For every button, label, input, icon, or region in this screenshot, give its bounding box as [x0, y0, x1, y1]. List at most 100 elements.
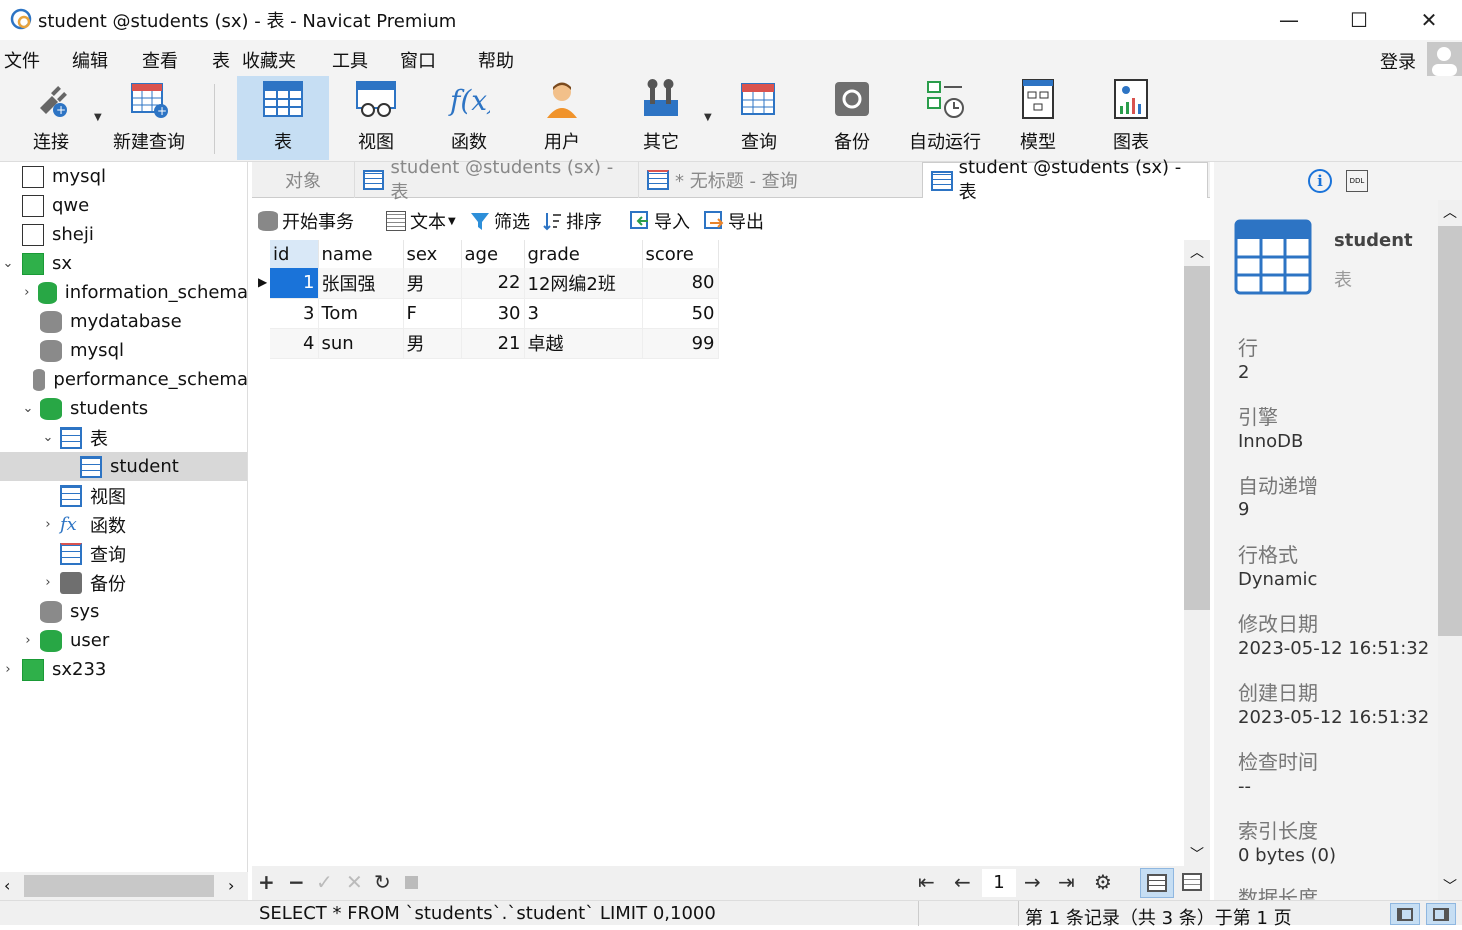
previous-page-icon[interactable]: ←	[954, 870, 971, 894]
scroll-up-icon[interactable]: ︿	[1190, 242, 1204, 262]
menu-window[interactable]: 窗口	[400, 47, 436, 73]
tree-db-user[interactable]: › user	[20, 626, 247, 655]
tree-db-sys[interactable]: sys	[20, 597, 247, 626]
toolbar-table-button[interactable]: 表	[237, 76, 329, 160]
menu-tools[interactable]: 工具	[332, 47, 368, 73]
menu-table[interactable]: 表	[212, 47, 230, 73]
menu-edit[interactable]: 编辑	[72, 47, 108, 73]
scroll-thumb[interactable]	[1184, 266, 1210, 610]
sort-button[interactable]: 排序	[542, 208, 602, 234]
tree-folder-queries[interactable]: 查询	[40, 539, 247, 568]
filter-button[interactable]: 筛选	[470, 208, 530, 234]
cell[interactable]: 12网编2班	[524, 268, 643, 299]
tree-folder-backups[interactable]: › 备份	[40, 568, 247, 597]
toolbar-others-button[interactable]: 其它	[615, 76, 707, 160]
cell[interactable]: 80	[642, 268, 719, 299]
tree-table-student[interactable]: student	[0, 452, 247, 481]
refresh-icon[interactable]: ↻	[374, 870, 391, 894]
others-dropdown-arrow[interactable]: ▼	[704, 112, 712, 123]
text-view-button[interactable]: 文本 ▼	[386, 208, 456, 234]
collapsed-chevron-icon[interactable]: ›	[0, 662, 16, 677]
export-button[interactable]: 导出	[704, 208, 764, 234]
toolbar-model-button[interactable]: 模型	[992, 76, 1084, 160]
column-header-sex[interactable]: sex	[403, 240, 462, 268]
tree-folder-views[interactable]: 视图	[40, 481, 247, 510]
grid-vertical-scrollbar[interactable]: ︿ ﹀	[1184, 240, 1210, 866]
tree-connection-sx233[interactable]: › sx233	[0, 655, 247, 684]
toolbar-connect-button[interactable]: + 连接	[5, 76, 97, 160]
cell[interactable]: sun	[318, 328, 404, 359]
column-header-grade[interactable]: grade	[524, 240, 643, 268]
discard-changes-icon[interactable]: ✕	[346, 870, 363, 894]
cell[interactable]: Tom	[318, 298, 404, 329]
collapsed-chevron-icon[interactable]: ›	[20, 633, 36, 648]
tree-connection-qwe[interactable]: qwe	[0, 191, 247, 220]
tab-objects[interactable]: 对象	[252, 162, 354, 198]
tree-db-mydatabase[interactable]: mydatabase	[20, 307, 247, 336]
table-row[interactable]: 4 sun 男 21 卓越 99	[270, 328, 719, 359]
cell[interactable]: 3	[524, 298, 643, 329]
scroll-thumb[interactable]	[1438, 226, 1462, 636]
cell[interactable]: 1	[270, 268, 319, 299]
menu-file[interactable]: 文件	[4, 47, 40, 73]
maximize-button[interactable]: ☐	[1324, 0, 1394, 40]
tree-db-performance-schema[interactable]: performance_schema	[20, 365, 247, 394]
expanded-chevron-icon[interactable]: ⌄	[20, 401, 36, 416]
tree-folder-tables[interactable]: ⌄ 表	[40, 423, 247, 452]
column-header-id[interactable]: id	[270, 240, 319, 268]
cell[interactable]: 卓越	[524, 328, 643, 359]
cell[interactable]: 男	[403, 328, 462, 359]
table-row[interactable]: 1 张国强 男 22 12网编2班 80	[270, 268, 719, 299]
toolbar-new-query-button[interactable]: + 新建查询	[103, 76, 195, 160]
cell[interactable]: 4	[270, 328, 319, 359]
menu-view[interactable]: 查看	[142, 47, 178, 73]
avatar[interactable]	[1427, 42, 1462, 76]
cell[interactable]: 99	[642, 328, 719, 359]
scroll-up-icon[interactable]: ︿	[1443, 202, 1457, 222]
cell[interactable]: 21	[461, 328, 525, 359]
scroll-down-icon[interactable]: ﹀	[1190, 844, 1204, 864]
collapsed-chevron-icon[interactable]: ›	[20, 285, 34, 300]
column-header-score[interactable]: score	[642, 240, 719, 268]
menu-help[interactable]: 帮助	[478, 47, 514, 73]
close-button[interactable]: ✕	[1394, 0, 1462, 40]
page-number-input[interactable]: 1	[982, 869, 1016, 897]
toolbar-function-button[interactable]: f(x) 函数	[423, 76, 515, 160]
column-header-age[interactable]: age	[461, 240, 525, 268]
cell[interactable]: 3	[270, 298, 319, 329]
grid-view-button[interactable]	[1140, 868, 1174, 898]
cell[interactable]: 张国强	[318, 268, 404, 299]
minimize-button[interactable]: —	[1254, 0, 1324, 40]
cell[interactable]: 50	[642, 298, 719, 329]
next-page-icon[interactable]: →	[1024, 870, 1041, 894]
connect-dropdown-arrow[interactable]: ▼	[94, 112, 102, 123]
toggle-left-pane-button[interactable]	[1390, 903, 1420, 925]
delete-row-icon[interactable]: −	[288, 870, 305, 894]
tree-connection-mysql[interactable]: mysql	[0, 162, 247, 191]
cell[interactable]: 男	[403, 268, 462, 299]
expanded-chevron-icon[interactable]: ⌄	[40, 430, 56, 445]
first-page-icon[interactable]: ⇤	[918, 870, 935, 894]
toolbar-backup-button[interactable]: 备份	[806, 76, 898, 160]
apply-changes-icon[interactable]: ✓	[316, 870, 333, 894]
add-row-icon[interactable]: +	[258, 870, 275, 894]
scroll-left-icon[interactable]: ‹	[4, 876, 10, 895]
cell[interactable]: F	[403, 298, 462, 329]
expanded-chevron-icon[interactable]: ⌄	[0, 256, 16, 271]
tab-untitled-query[interactable]: * 无标题 - 查询	[638, 162, 922, 198]
stop-icon[interactable]	[405, 876, 418, 889]
tree-folder-functions[interactable]: › fx 函数	[40, 510, 247, 539]
collapsed-chevron-icon[interactable]: ›	[40, 517, 56, 532]
tree-db-mysql[interactable]: mysql	[20, 336, 247, 365]
tree-connection-sheji[interactable]: sheji	[0, 220, 247, 249]
last-page-icon[interactable]: ⇥	[1058, 870, 1075, 894]
cell[interactable]: 30	[461, 298, 525, 329]
tab-student-table[interactable]: student @students (sx) - 表	[354, 157, 638, 203]
tree-horizontal-scrollbar[interactable]: ‹ ›	[0, 872, 248, 900]
settings-gear-icon[interactable]: ⚙	[1094, 870, 1112, 894]
collapsed-chevron-icon[interactable]: ›	[40, 575, 56, 590]
tree-db-students[interactable]: ⌄ students	[20, 394, 247, 423]
table-row[interactable]: 3 Tom F 30 3 50	[270, 298, 719, 329]
ddl-icon[interactable]: DDL	[1346, 170, 1368, 192]
toolbar-chart-button[interactable]: 图表	[1085, 76, 1177, 160]
